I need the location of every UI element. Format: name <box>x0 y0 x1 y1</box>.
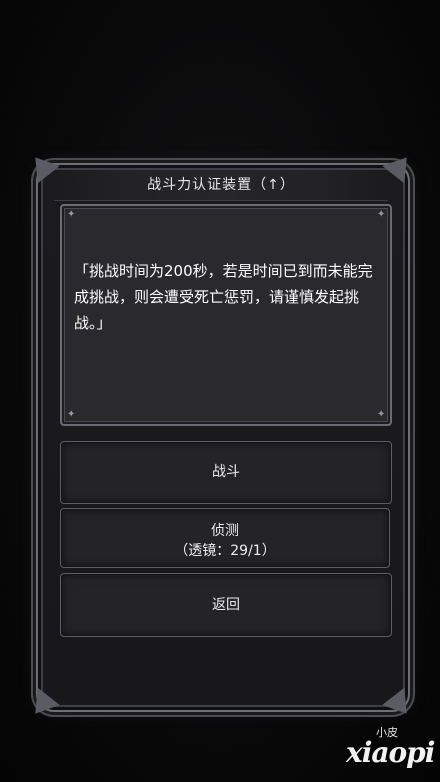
watermark-logo-text: xiaopi <box>346 736 435 769</box>
corner-star-icon: ✦ <box>377 209 386 220</box>
corner-star-icon: ✦ <box>67 409 76 420</box>
return-button-label: 返回 <box>212 597 240 613</box>
fight-button[interactable]: 战斗 <box>60 441 392 504</box>
game-screen: 战斗力认证装置（↑） ✦ ✦ ✦ ✦ 「挑战时间为200秒，若是时间已到而未能完… <box>0 0 440 782</box>
site-watermark-logo: 小皮 xiaopi <box>346 724 438 776</box>
return-button[interactable]: 返回 <box>60 573 392 637</box>
corner-star-icon: ✦ <box>377 409 386 420</box>
dialog-title: 战斗力认证装置（↑） <box>54 170 388 201</box>
message-panel: ✦ ✦ ✦ ✦ 「挑战时间为200秒，若是时间已到而未能完成挑战，则会遭受死亡惩… <box>60 204 392 426</box>
fight-button-label: 战斗 <box>212 464 240 480</box>
dialog-message: 「挑战时间为200秒，若是时间已到而未能完成挑战，则会遭受死亡惩罚，请谨慎发起挑… <box>74 262 373 332</box>
detect-button[interactable]: 侦测 （透镜：29/1） <box>60 508 390 568</box>
detect-button-label: 侦测 <box>211 523 239 539</box>
corner-star-icon: ✦ <box>67 209 76 220</box>
detect-lens-count: （透镜：29/1） <box>174 543 276 559</box>
